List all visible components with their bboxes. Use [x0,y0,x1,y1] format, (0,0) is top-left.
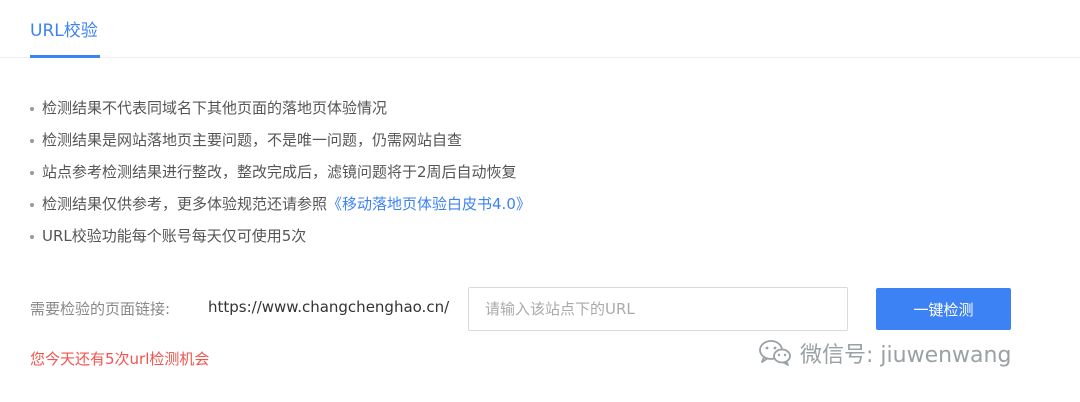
tab-url-check[interactable]: URL校验 [30,16,98,58]
bullet-icon [30,139,34,143]
remaining-checks-text: 您今天还有5次url检测机会 [30,350,210,368]
note-text: 站点参考检测结果进行整改，整改完成后，滤镜问题将于2周后自动恢复 [42,163,517,181]
url-check-page: URL校验 检测结果不代表同域名下其他页面的落地页体验情况 检测结果是网站落地页… [0,0,1080,402]
wechat-icon [758,339,792,367]
bullet-icon [30,203,34,207]
note-text: 检测结果是网站落地页主要问题，不是唯一问题，仍需网站自查 [42,131,463,149]
notes-list: 检测结果不代表同域名下其他页面的落地页体验情况 检测结果是网站落地页主要问题，不… [30,96,531,256]
bullet-icon [30,107,34,111]
domain-prefix: https://www.changchenghao.cn/ [208,298,450,316]
note-item: URL校验功能每个账号每天仅可使用5次 [30,224,531,256]
note-item: 检测结果仅供参考，更多体验规范还请参照《移动落地页体验白皮书4.0》 [30,192,531,224]
tab-active-indicator [30,55,100,58]
watermark-text: 微信号: jiuwenwang [800,343,1012,368]
note-text: URL校验功能每个账号每天仅可使用5次 [42,227,307,245]
one-click-check-button[interactable]: 一键检测 [876,288,1011,330]
url-input[interactable] [468,287,848,331]
note-item: 站点参考检测结果进行整改，整改完成后，滤镜问题将于2周后自动恢复 [30,160,531,192]
tab-bar: URL校验 [0,0,1080,58]
note-item: 检测结果是网站落地页主要问题，不是唯一问题，仍需网站自查 [30,128,531,160]
note-text: 检测结果仅供参考，更多体验规范还请参照 [42,195,328,213]
note-item: 检测结果不代表同域名下其他页面的落地页体验情况 [30,96,531,128]
watermark: 微信号: jiuwenwang [758,336,1011,370]
whitepaper-link[interactable]: 《移动落地页体验白皮书4.0》 [327,195,531,213]
url-field-label: 需要检验的页面链接: [30,300,171,318]
bullet-icon [30,171,34,175]
note-text: 检测结果不代表同域名下其他页面的落地页体验情况 [42,99,388,117]
bullet-icon [30,235,34,239]
